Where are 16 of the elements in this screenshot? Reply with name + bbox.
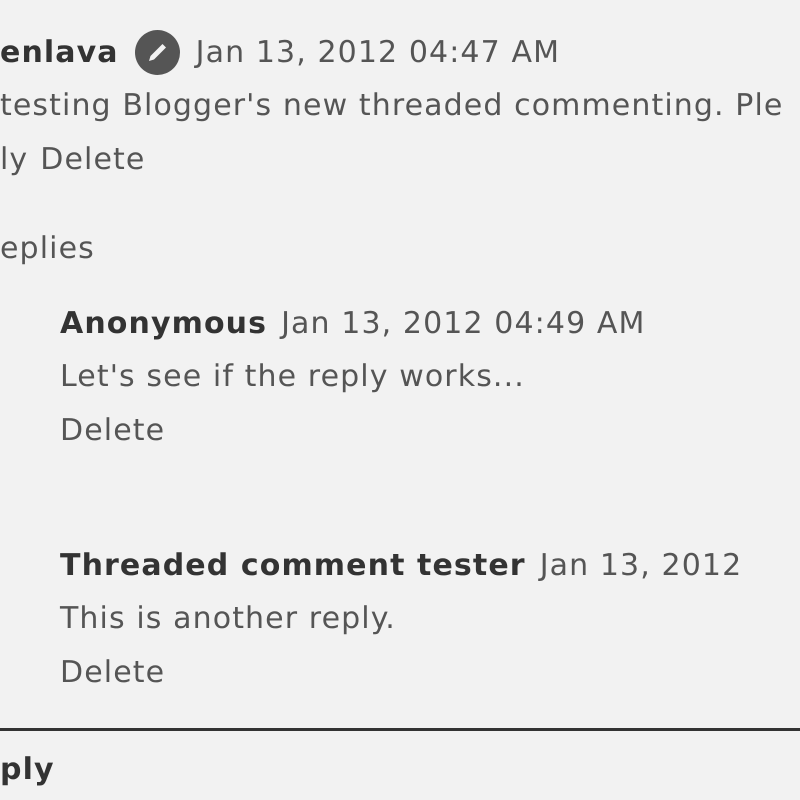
comment-action-link[interactable]: Delete xyxy=(40,133,146,187)
comment-action-link[interactable]: Delete xyxy=(60,404,166,458)
timestamp-link[interactable]: Jan 13, 2012 04:49 AM xyxy=(281,300,646,346)
replies-toggle[interactable]: eplies xyxy=(0,231,95,266)
author-name: Threaded comment tester xyxy=(60,546,526,584)
comment-action-link[interactable]: Delete xyxy=(60,646,166,700)
comment-text: Let's see if the reply works... xyxy=(60,359,525,394)
comment-text: testing Blogger's new threaded commenting. Ple xyxy=(0,88,784,123)
pencil-badge-icon xyxy=(134,30,180,74)
comment-text: This is another reply. xyxy=(60,601,396,636)
comment-action-link[interactable]: ly xyxy=(0,133,28,187)
author-name: Anonymous xyxy=(60,304,268,342)
timestamp-link[interactable]: Jan 13, 2012 04:47 AM xyxy=(196,30,560,74)
author-name[interactable]: enlava xyxy=(0,30,119,74)
reply-link[interactable]: ply xyxy=(0,752,55,787)
timestamp-link[interactable]: Jan 13, 2012 xyxy=(540,542,742,588)
